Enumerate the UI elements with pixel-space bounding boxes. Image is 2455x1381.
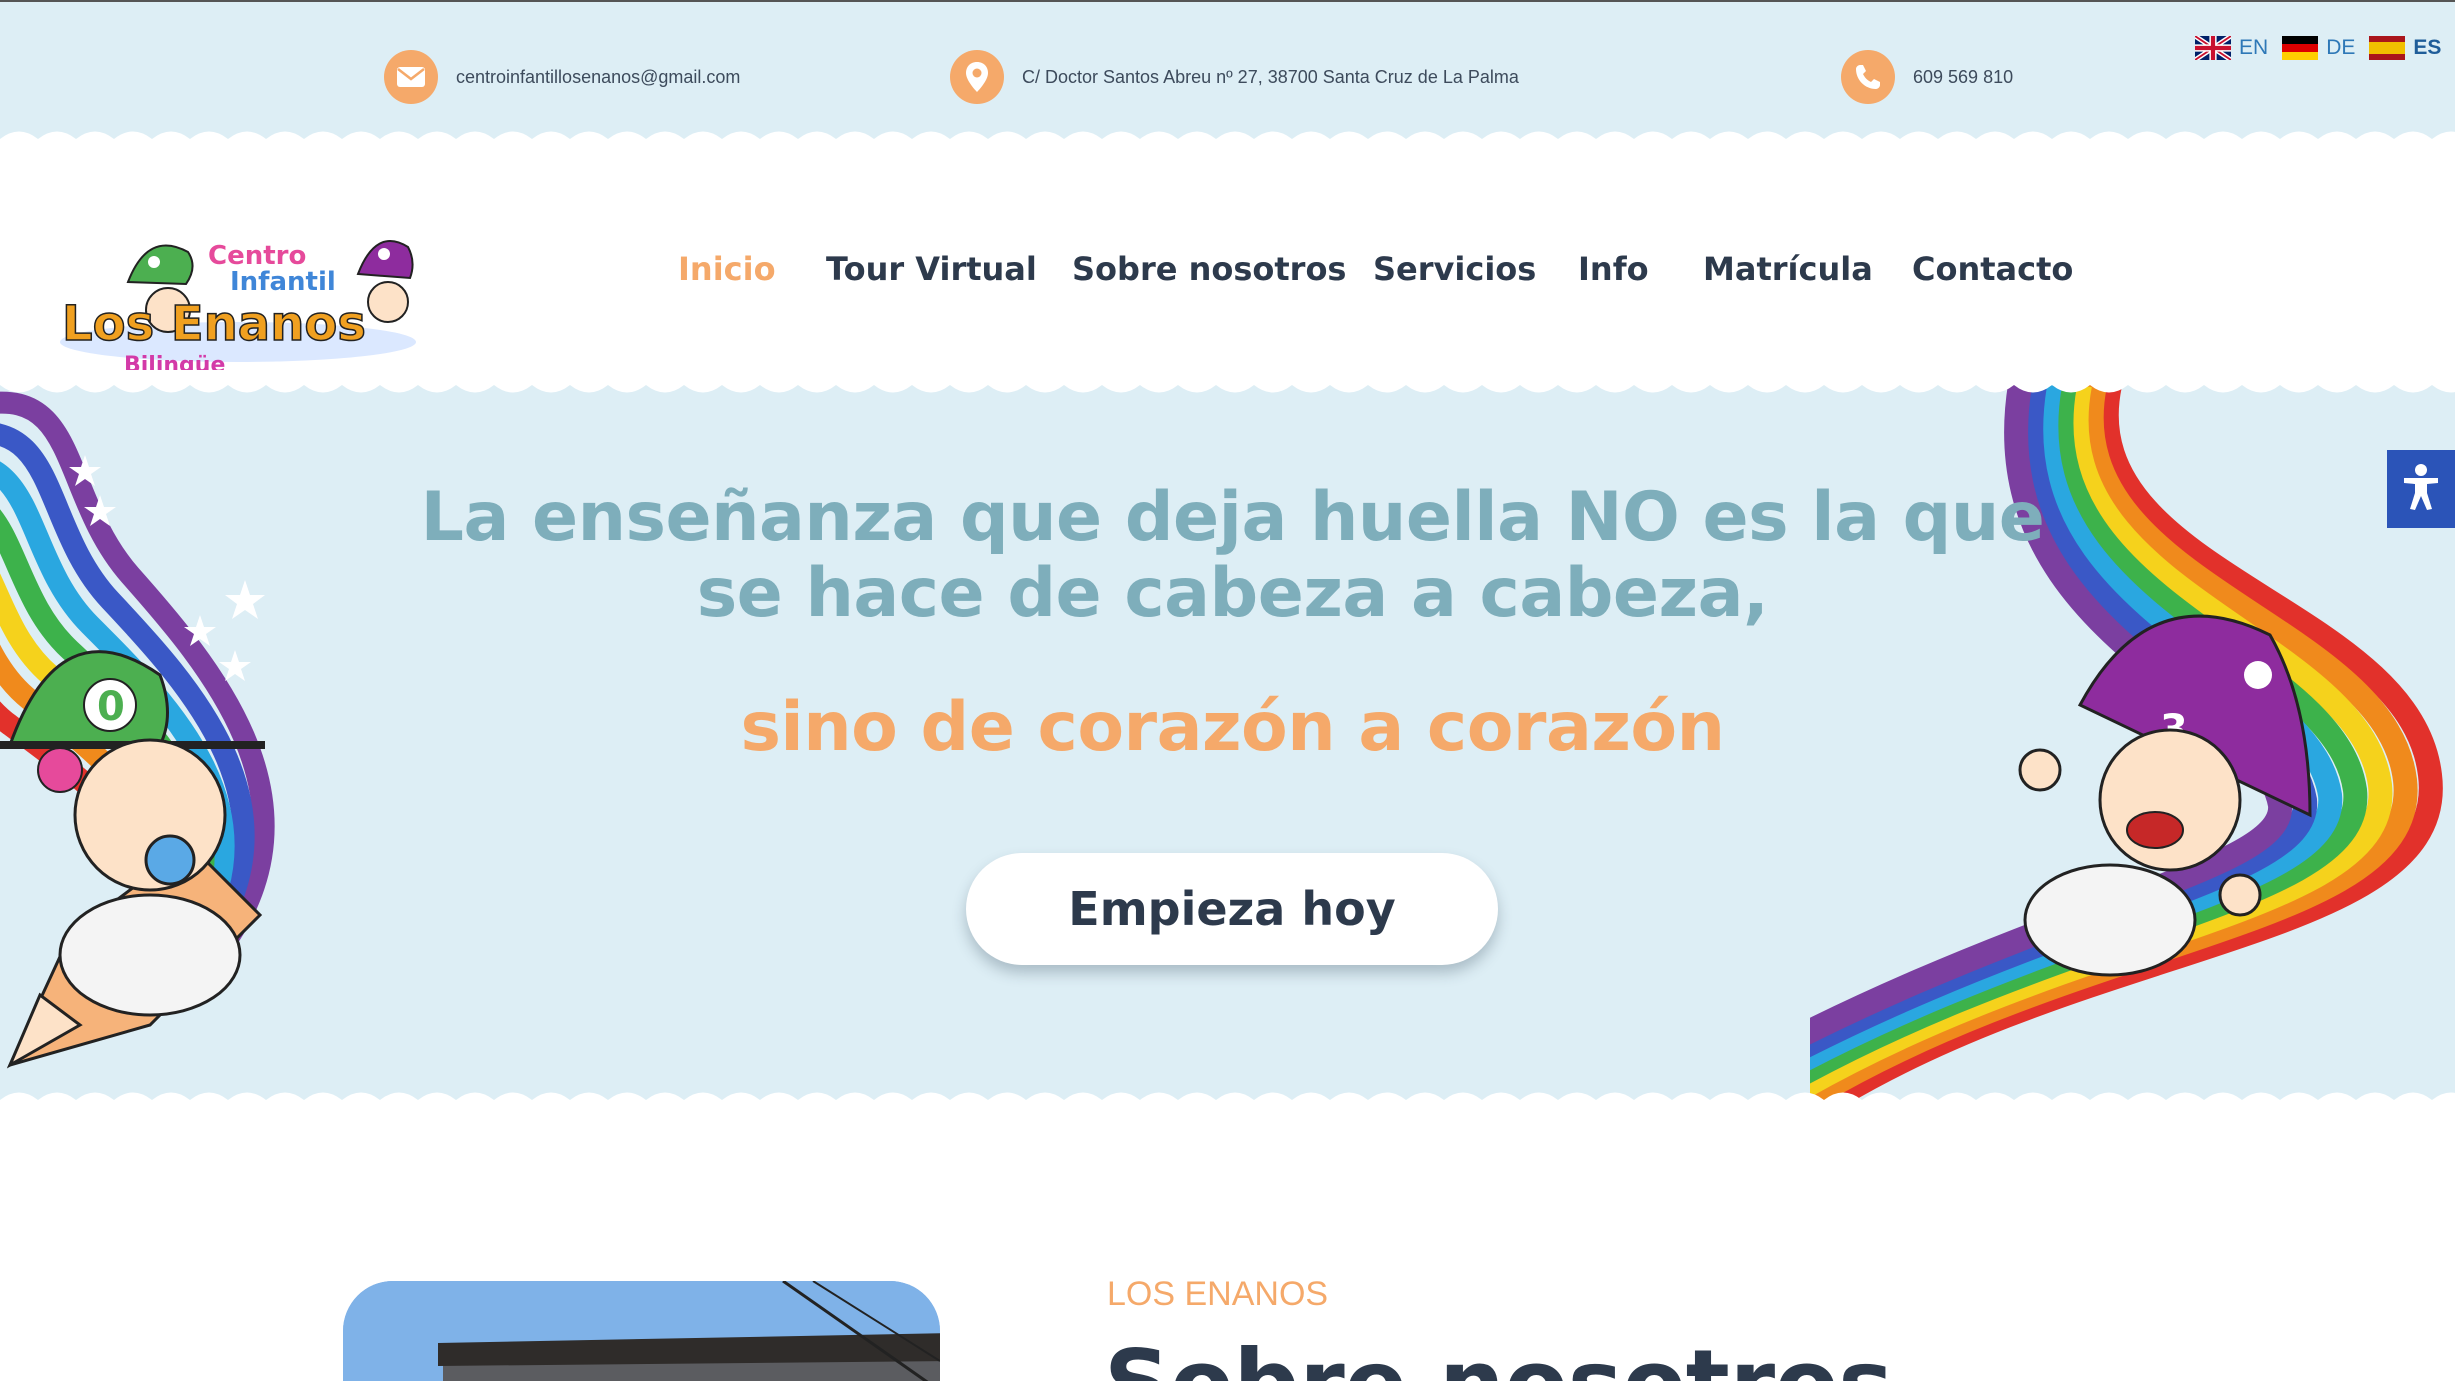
nav-item-contacto[interactable]: Contacto bbox=[1912, 250, 2073, 288]
nav-item-matricula[interactable]: Matrícula bbox=[1703, 250, 1873, 288]
nav-item-inicio[interactable]: Inicio bbox=[678, 250, 776, 288]
nav-item-sobre-nosotros[interactable]: Sobre nosotros bbox=[1072, 250, 1346, 288]
map-pin-icon bbox=[950, 50, 1004, 104]
start-today-button[interactable]: Empieza hoy bbox=[966, 853, 1498, 965]
nav-item-tour-virtual[interactable]: Tour Virtual bbox=[826, 250, 1037, 288]
hat-number-0: 0 bbox=[97, 684, 125, 730]
contact-email[interactable]: centroinfantillosenanos@gmail.com bbox=[384, 50, 740, 104]
lang-de[interactable]: DE bbox=[2282, 36, 2355, 60]
wave-divider bbox=[0, 1092, 2455, 1115]
phone-icon bbox=[1841, 50, 1895, 104]
section-title: Sobre nosotros bbox=[1104, 1330, 1893, 1381]
germany-flag-icon bbox=[2282, 36, 2319, 60]
contact-phone[interactable]: 609 569 810 bbox=[1841, 50, 2013, 104]
site-logo[interactable]: Centro Infantil Los Enanos Bilingüe bbox=[58, 222, 426, 378]
logo-text-los-enanos: Los Enanos bbox=[62, 296, 366, 352]
lang-en[interactable]: EN bbox=[2195, 36, 2268, 60]
language-switcher: EN DE ES bbox=[2195, 36, 2441, 60]
spain-flag-icon bbox=[2369, 36, 2406, 60]
nav-item-info[interactable]: Info bbox=[1578, 250, 1649, 288]
lang-code: DE bbox=[2326, 36, 2356, 59]
headline-line-1: La enseñanza que deja huella NO es la qu… bbox=[420, 478, 2045, 557]
email-link[interactable]: centroinfantillosenanos@gmail.com bbox=[456, 67, 740, 88]
main-nav: Inicio Tour Virtual Sobre nosotros Servi… bbox=[0, 250, 2455, 300]
lang-code: ES bbox=[2413, 36, 2442, 59]
accessibility-button[interactable] bbox=[2387, 450, 2455, 528]
hero-section: 0 3 La enseñanza que deja huella NO es l… bbox=[0, 380, 2455, 1105]
building-photo bbox=[343, 1281, 940, 1381]
section-eyebrow: LOS ENANOS bbox=[1107, 1275, 1329, 1313]
headline-line-2: se hace de cabeza a cabeza, bbox=[696, 554, 1769, 633]
phone-link[interactable]: 609 569 810 bbox=[1913, 67, 2013, 88]
wave-divider bbox=[0, 131, 2455, 154]
nav-item-servicios[interactable]: Servicios bbox=[1373, 250, 1536, 288]
left-rainbow-illustration: 0 bbox=[0, 391, 275, 1069]
lang-code: EN bbox=[2239, 36, 2269, 59]
address-text: C/ Doctor Santos Abreu nº 27, 38700 Sant… bbox=[1022, 66, 1519, 87]
hero-headline: La enseñanza que deja huella NO es la qu… bbox=[400, 480, 2065, 632]
lang-es[interactable]: ES bbox=[2369, 36, 2441, 60]
hero-subline: sino de corazón a corazón bbox=[740, 688, 1725, 767]
accessibility-icon bbox=[2401, 463, 2441, 515]
wave-divider bbox=[0, 370, 2455, 393]
uk-flag-icon bbox=[2195, 36, 2231, 60]
envelope-icon bbox=[384, 50, 438, 104]
contact-address[interactable]: C/ Doctor Santos Abreu nº 27, 38700 Sant… bbox=[950, 50, 1519, 104]
